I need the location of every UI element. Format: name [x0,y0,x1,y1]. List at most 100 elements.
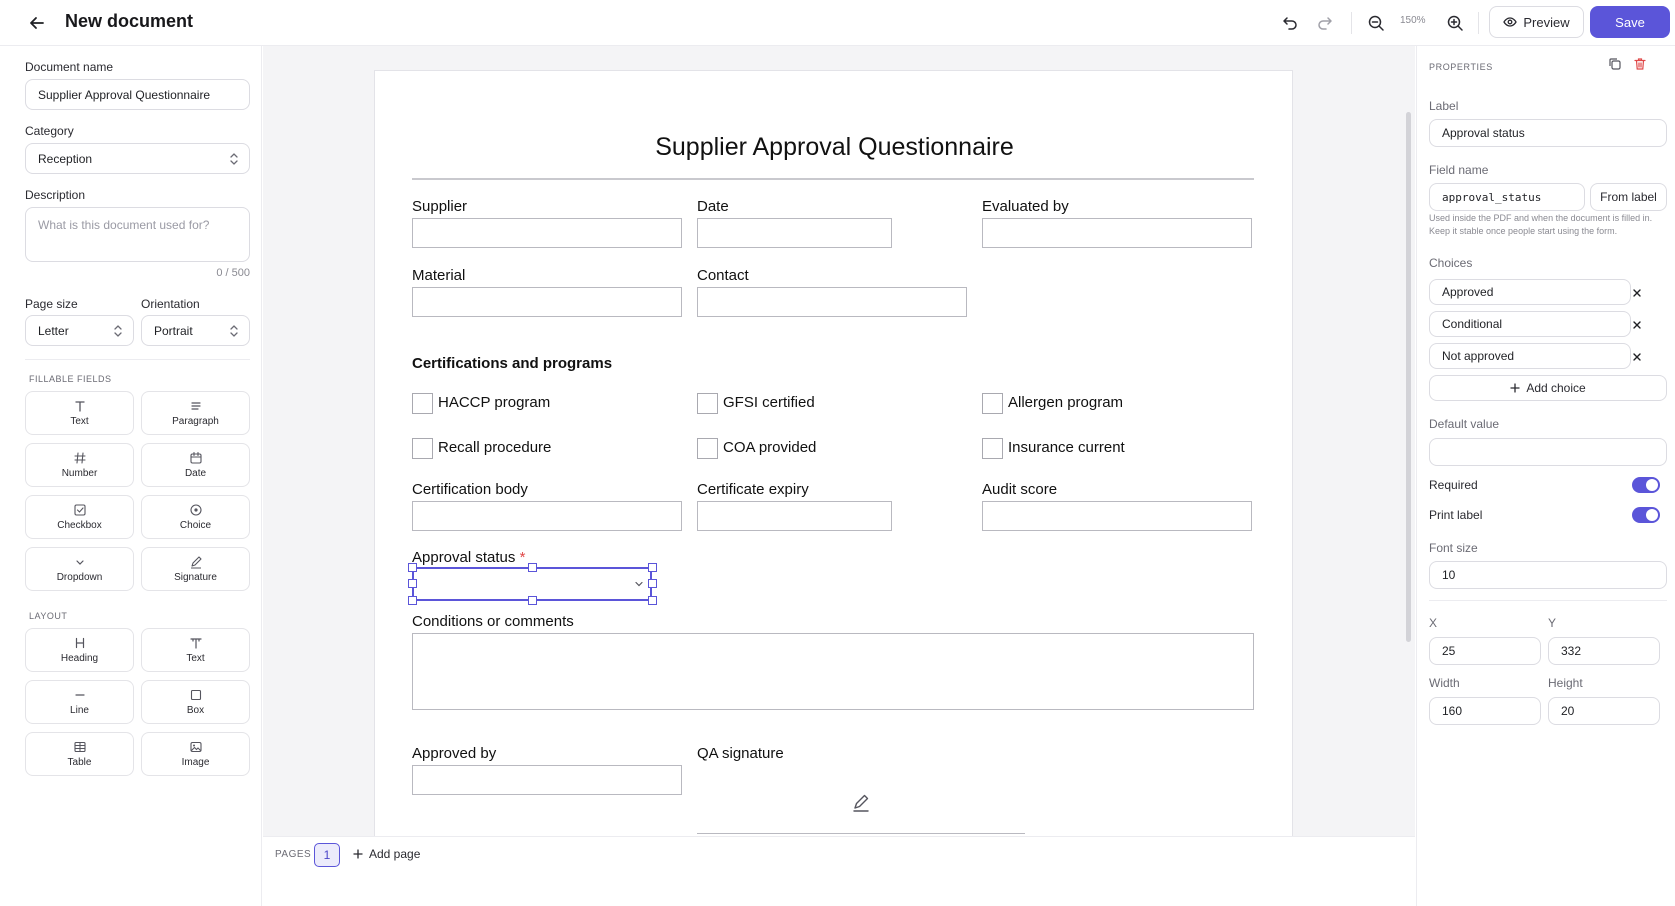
pen-icon[interactable] [851,793,871,813]
box-icon [189,688,203,702]
tile-label: Image [181,757,210,768]
tile-date[interactable]: Date [141,443,250,487]
x-input[interactable]: 25 [1429,637,1541,665]
tile-number[interactable]: Number [25,443,134,487]
cert-expiry-field[interactable] [697,501,892,531]
document-name-label: Document name [25,60,114,74]
document-name-input[interactable]: Supplier Approval Questionnaire [25,79,250,110]
zoom-out-icon[interactable] [1365,12,1387,34]
font-size-input[interactable]: 10 [1429,561,1667,589]
checkbox-haccp[interactable] [412,393,433,414]
duplicate-icon[interactable] [1607,56,1623,72]
resize-handle-bottom-right[interactable] [648,596,657,605]
checkbox-icon [73,503,87,517]
choice-input-3[interactable]: Not approved [1429,343,1631,369]
checkbox-insurance[interactable] [982,438,1003,459]
left-sidebar: Document name Supplier Approval Question… [0,46,262,906]
pages-bar: PAGES 1 Add page [263,836,1415,872]
choice-input-1[interactable]: Approved [1429,279,1631,305]
resize-handle-left[interactable] [408,579,417,588]
save-button[interactable]: Save [1590,6,1670,38]
tile-choice[interactable]: Choice [141,495,250,539]
back-arrow-icon[interactable] [26,12,48,34]
y-input[interactable]: 332 [1548,637,1660,665]
height-input[interactable]: 20 [1548,697,1660,725]
tile-box[interactable]: Box [141,680,250,724]
evaluated-by-field[interactable] [982,218,1252,248]
print-label-label: Print label [1429,508,1483,522]
contact-field[interactable] [697,287,967,317]
choice-input-2[interactable]: Conditional [1429,311,1631,337]
canvas-scrollbar-thumb[interactable] [1406,112,1411,642]
tile-heading[interactable]: Heading [25,628,134,672]
tile-signature[interactable]: Signature [141,547,250,591]
preview-button[interactable]: Preview [1489,6,1584,38]
resize-handle-bottom[interactable] [528,596,537,605]
remove-choice-icon[interactable] [1630,350,1644,364]
tile-line[interactable]: Line [25,680,134,724]
remove-choice-icon[interactable] [1630,286,1644,300]
add-page-button[interactable]: Add page [353,847,420,861]
audit-score-field[interactable] [982,501,1252,531]
checkbox-gfsi[interactable] [697,393,718,414]
orientation-select[interactable]: Portrait [141,315,250,346]
conditions-label: Conditions or comments [412,613,574,630]
tile-image[interactable]: Image [141,732,250,776]
resize-handle-top[interactable] [528,563,537,572]
document-page: Supplier Approval Questionnaire Supplier… [374,70,1293,872]
remove-choice-icon[interactable] [1630,318,1644,332]
checkbox-coa[interactable] [697,438,718,459]
resize-handle-top-left[interactable] [408,563,417,572]
choices-label: Choices [1429,256,1473,270]
checkbox-allergen[interactable] [982,393,1003,414]
resize-handle-bottom-left[interactable] [408,596,417,605]
tile-label: Box [186,705,205,716]
title-rule[interactable] [412,178,1254,180]
tile-text[interactable]: Text [25,391,134,435]
description-textarea[interactable]: What is this document used for? [25,207,250,262]
tile-label: Table [67,757,92,768]
from-label-button[interactable]: From label [1590,183,1667,211]
resize-handle-top-right[interactable] [648,563,657,572]
field-name-input[interactable]: approval_status [1429,183,1585,211]
zoom-in-icon[interactable] [1444,12,1466,34]
document-canvas: Supplier Approval Questionnaire Supplier… [263,46,1415,872]
supplier-field[interactable] [412,218,682,248]
page-size-select[interactable]: Letter [25,315,134,346]
preview-label: Preview [1523,14,1570,30]
line-icon [73,688,87,702]
conditions-field[interactable] [412,633,1254,710]
trash-icon[interactable] [1632,56,1648,72]
page-thumb-1[interactable]: 1 [314,843,340,867]
tile-table[interactable]: Table [25,732,134,776]
document-title[interactable]: Supplier Approval Questionnaire [375,133,1294,162]
checkbox-recall[interactable] [412,438,433,459]
approved-by-field[interactable] [412,765,682,795]
category-value: Reception [38,151,93,166]
cert-body-field[interactable] [412,501,682,531]
redo-icon[interactable] [1314,12,1336,34]
tile-checkbox[interactable]: Checkbox [25,495,134,539]
tile-label: Date [184,468,207,479]
text-icon [73,399,87,413]
tile-dropdown[interactable]: Dropdown [25,547,134,591]
certifications-heading[interactable]: Certifications and programs [412,355,612,372]
add-choice-button[interactable]: Add choice [1429,375,1667,401]
date-field[interactable] [697,218,892,248]
tile-label: Choice [179,520,212,531]
print-label-toggle[interactable] [1632,507,1660,523]
required-toggle[interactable] [1632,477,1660,493]
width-label: Width [1429,676,1460,690]
width-input[interactable]: 160 [1429,697,1541,725]
undo-icon[interactable] [1279,12,1301,34]
tile-paragraph[interactable]: Paragraph [141,391,250,435]
plus-icon [353,849,363,859]
signature-line[interactable] [697,833,1025,834]
category-select[interactable]: Reception [25,143,250,174]
label-input[interactable]: Approval status [1429,119,1667,147]
default-value-input[interactable] [1429,438,1667,466]
material-field[interactable] [412,287,682,317]
height-label: Height [1548,676,1583,690]
resize-handle-right[interactable] [648,579,657,588]
tile-text-block[interactable]: Text [141,628,250,672]
